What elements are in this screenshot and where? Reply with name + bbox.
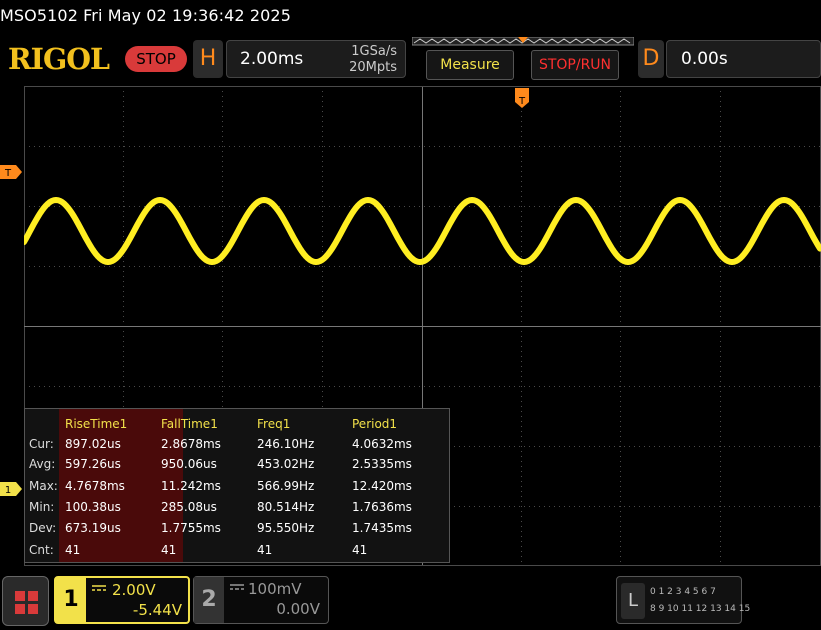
- measure-row-label: Cnt:: [29, 543, 54, 557]
- grid-menu-icon: [15, 591, 38, 614]
- measure-row-label: Max:: [29, 479, 58, 493]
- ch2-offset: 0.00V: [276, 600, 320, 618]
- ch1-marker-label: 1: [5, 485, 11, 496]
- measure-cell: 897.02us: [65, 437, 121, 451]
- trigger-level-marker[interactable]: T: [0, 165, 24, 179]
- measure-cell: 95.550Hz: [257, 521, 315, 535]
- delay-settings[interactable]: 0.00s: [666, 40, 821, 78]
- device-datetime: MSO5102 Fri May 02 19:36:42 2025: [0, 6, 291, 25]
- trigger-position-indicator: [412, 37, 634, 46]
- measure-cell: 1.7636ms: [352, 500, 412, 514]
- rigol-logo: RIGOL: [8, 42, 110, 76]
- trigger-position-marker[interactable]: T: [515, 88, 529, 108]
- measure-cell: 2.5335ms: [352, 457, 412, 471]
- measure-column-header: RiseTime1: [65, 417, 128, 431]
- measurement-panel[interactable]: RiseTime1 FallTime1 Freq1 Period1 Cur: 897.02…: [24, 408, 450, 563]
- measure-cell: 673.19us: [65, 521, 121, 535]
- measure-column-header: Freq1: [257, 417, 291, 431]
- measure-column-header: FallTime1: [161, 417, 218, 431]
- measure-button[interactable]: Measure: [426, 50, 514, 80]
- measure-cell: 12.420ms: [352, 479, 412, 493]
- top-control-bar: RIGOL STOP H 2.00ms 1GSa/s 20Mpts Measur…: [0, 34, 821, 86]
- ch2-channel-box[interactable]: 2 100mV 0.00V: [193, 576, 329, 624]
- logic-key[interactable]: L: [621, 583, 645, 619]
- measure-cell: 100.38us: [65, 500, 121, 514]
- measure-cell: 285.08us: [161, 500, 217, 514]
- ch1-offset-marker[interactable]: 1: [0, 482, 24, 496]
- measure-cell: 566.99Hz: [257, 479, 315, 493]
- measure-cell: 1.7755ms: [161, 521, 221, 535]
- measure-cell: 950.06us: [161, 457, 217, 471]
- horizontal-settings[interactable]: 2.00ms 1GSa/s 20Mpts: [226, 40, 406, 78]
- measure-row-label: Cur:: [29, 437, 54, 451]
- ch1-offset: -5.44V: [132, 601, 182, 619]
- timebase-value: 2.00ms: [240, 49, 304, 69]
- measure-cell: 1.7435ms: [352, 521, 412, 535]
- measure-row-label: Dev:: [29, 521, 57, 535]
- measure-cell: 4.7678ms: [65, 479, 125, 493]
- memory-depth: 20Mpts: [349, 60, 397, 75]
- sample-rate: 1GSa/s: [351, 44, 397, 59]
- ch2-scale: 100mV: [248, 580, 302, 598]
- measure-cell: 80.514Hz: [257, 500, 315, 514]
- home-menu-button[interactable]: [2, 576, 49, 626]
- title-bar: MSO5102 Fri May 02 19:36:42 2025: [0, 0, 821, 34]
- ch1-scale: 2.00V: [112, 581, 156, 599]
- measure-cell: 597.26us: [65, 457, 121, 471]
- logic-channel-panel[interactable]: L 0 1 2 3 4 5 6 7 8 9 10 11 12 13 14 15: [616, 576, 750, 624]
- logic-channels-row1: 0 1 2 3 4 5 6 7: [650, 587, 716, 597]
- dc-coupling-icon: [230, 584, 244, 590]
- measure-cell: 2.8678ms: [161, 437, 221, 451]
- horizontal-key[interactable]: H: [193, 40, 223, 78]
- ch1-channel-box[interactable]: 1 2.00V -5.44V: [54, 576, 190, 624]
- trigger-position-label: T: [518, 96, 526, 107]
- dc-coupling-icon: [92, 585, 106, 591]
- trigger-level-label: T: [4, 168, 12, 179]
- measure-cell: 4.0632ms: [352, 437, 412, 451]
- bottom-bar: 1 2.00V -5.44V 2 100mV 0.00V L 0 1 2 3 4…: [0, 566, 821, 630]
- measure-cell: 41: [352, 543, 368, 557]
- measure-cell: 246.10Hz: [257, 437, 315, 451]
- ch1-number: 1: [56, 578, 86, 622]
- measure-cell: 41: [161, 543, 177, 557]
- delay-value: 0.00s: [681, 49, 728, 69]
- measure-cell: 453.02Hz: [257, 457, 315, 471]
- measure-cell: 11.242ms: [161, 479, 221, 493]
- measure-row-label: Min:: [29, 500, 55, 514]
- ch2-number: 2: [194, 577, 224, 623]
- measure-column-header: Period1: [352, 417, 398, 431]
- logic-channels-row2: 8 9 10 11 12 13 14 15: [650, 604, 751, 614]
- measure-cell: 41: [257, 543, 273, 557]
- measure-row-label: Avg:: [29, 457, 56, 471]
- run-state-badge[interactable]: STOP: [125, 46, 187, 72]
- delay-key[interactable]: D: [638, 40, 664, 78]
- stop-run-button[interactable]: STOP/RUN: [531, 50, 619, 80]
- measure-cell: 41: [65, 543, 81, 557]
